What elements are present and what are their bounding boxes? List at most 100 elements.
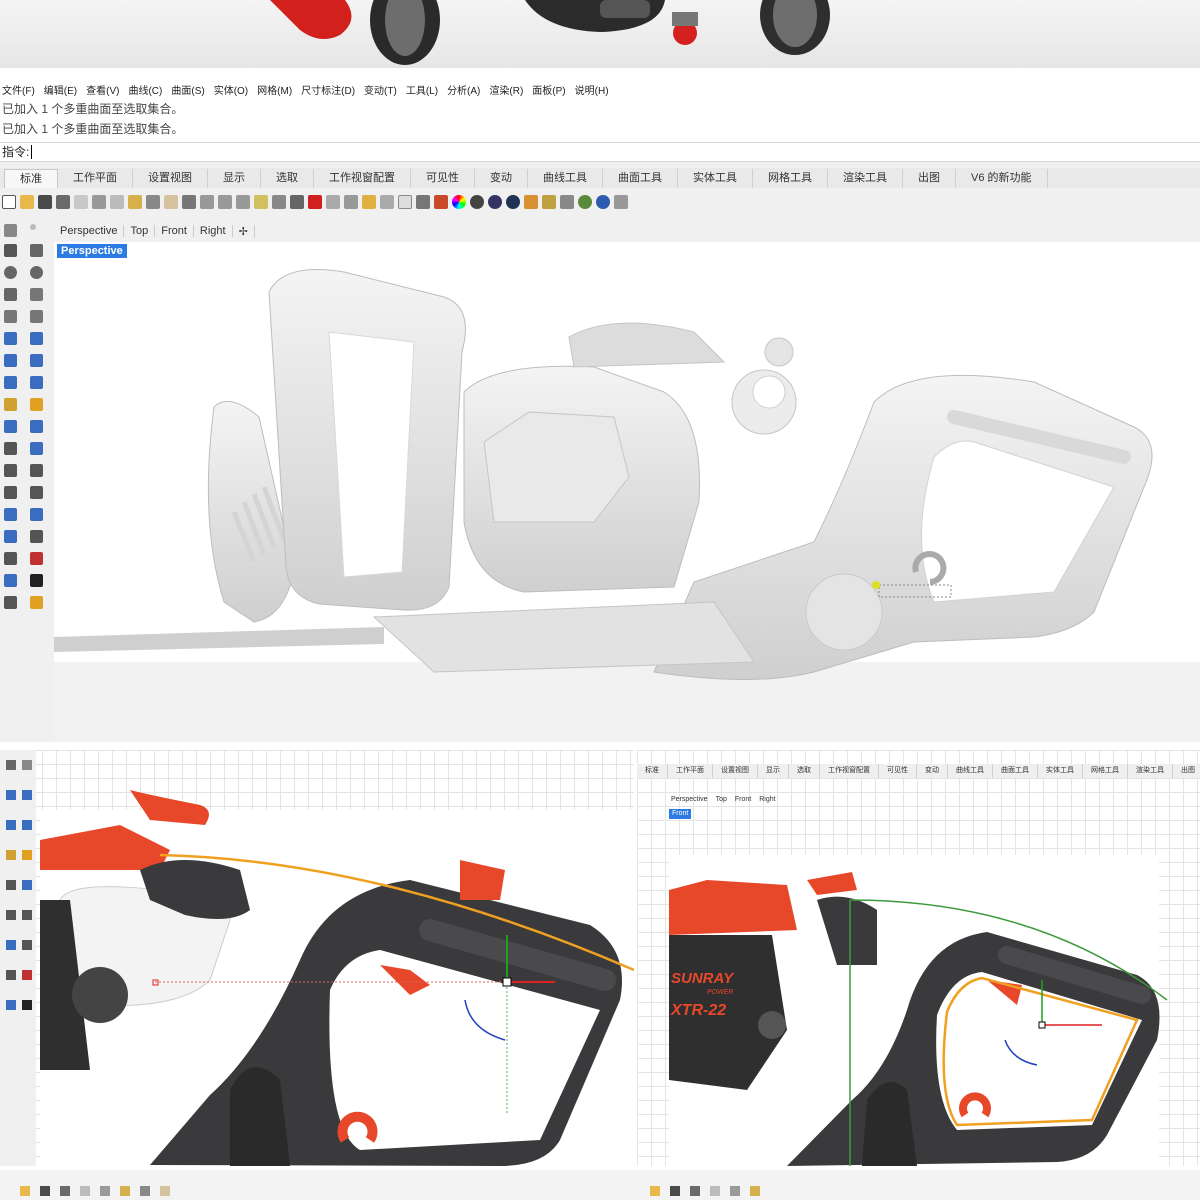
text-icon[interactable] [4,486,17,499]
options-icon[interactable] [524,195,538,209]
polygon-icon[interactable] [4,310,17,323]
array-icon[interactable] [4,508,17,521]
tab-cplanes[interactable]: 工作平面 [58,169,133,188]
paste-icon[interactable] [128,195,142,209]
tab-select[interactable]: 选取 [261,169,314,188]
save-icon[interactable] [38,195,52,209]
gear-icon[interactable] [542,195,556,209]
dimension-icon[interactable] [30,530,43,543]
zoom-icon[interactable] [200,195,214,209]
tab-surface-tools[interactable]: 曲面工具 [603,169,678,188]
menu-panels[interactable]: 面板(P) [532,82,565,97]
layer-icon[interactable] [434,195,448,209]
tab-visibility[interactable]: 可见性 [411,169,475,188]
fillet-curve-icon[interactable] [30,310,43,323]
rectangle-icon[interactable] [30,288,43,301]
offset-icon[interactable] [30,442,43,455]
tab-curve-tools[interactable]: 曲线工具 [528,169,603,188]
menu-transform[interactable]: 变动(T) [364,82,397,97]
render-preview-icon[interactable] [506,195,520,209]
menu-solid[interactable]: 实体(O) [214,82,248,97]
print-icon[interactable] [56,195,70,209]
viewport-tab-front[interactable]: Front [155,225,194,237]
scale-icon[interactable] [30,486,43,499]
select-curves-icon[interactable] [362,195,376,209]
tab-display[interactable]: 显示 [208,169,261,188]
check-icon[interactable] [30,552,43,565]
properties-icon[interactable] [74,195,88,209]
checkmark-icon[interactable] [30,574,43,587]
car-icon[interactable] [308,195,322,209]
viewport-title[interactable]: Perspective [57,244,127,258]
cut-icon[interactable] [92,195,106,209]
boolean-icon[interactable] [4,398,17,411]
four-viewports-icon[interactable] [290,195,304,209]
menu-help[interactable]: 说明(H) [575,82,609,97]
color-wheel-icon[interactable] [452,195,466,209]
zoom-selected-icon[interactable] [254,195,268,209]
copy-icon[interactable] [110,195,124,209]
tab-standard[interactable]: 标准 [4,169,58,188]
light-bulb-icon[interactable] [398,195,412,209]
menu-curve[interactable]: 曲线(C) [128,82,162,97]
tab-solid-tools[interactable]: 实体工具 [678,169,753,188]
viewport-tab-top[interactable]: Top [124,225,156,237]
polyline-icon[interactable] [4,244,17,257]
hide-icon[interactable] [4,596,17,609]
open-folder-icon[interactable] [20,195,34,209]
sphere-icon[interactable] [30,354,43,367]
paint-icon[interactable] [30,596,43,609]
new-file-icon[interactable] [2,195,16,209]
fillet-icon[interactable] [4,442,17,455]
menu-file[interactable]: 文件(F) [2,82,35,97]
set-view-icon[interactable] [344,195,358,209]
menu-surface[interactable]: 曲面(S) [171,82,204,97]
lock-icon[interactable] [416,195,430,209]
menu-render[interactable]: 渲染(R) [489,82,523,97]
add-viewport-tab-icon[interactable]: ✢ [233,224,255,238]
tab-viewport-layout[interactable]: 工作视窗配置 [314,169,411,188]
curve-icon[interactable] [30,244,43,257]
chevron-down-icon[interactable] [614,195,628,209]
viewport-tab-perspective[interactable]: Perspective [54,225,125,237]
pan-hand-icon[interactable] [164,195,178,209]
extrude-icon[interactable] [30,332,43,345]
explode-icon[interactable] [30,398,43,411]
circle-icon[interactable] [4,266,17,279]
undo-view-icon[interactable] [272,195,286,209]
lasso-icon[interactable] [380,195,394,209]
ellipse-icon[interactable] [30,266,43,279]
tab-render-tools[interactable]: 渲染工具 [828,169,903,188]
move-icon[interactable] [30,464,43,477]
menu-tools[interactable]: 工具(L) [406,82,438,97]
join-icon[interactable] [4,420,17,433]
globe-icon[interactable] [578,195,592,209]
perspective-viewport[interactable]: Perspective [54,242,1200,742]
mesh-icon[interactable] [4,376,17,389]
rotate-icon[interactable] [4,464,17,477]
zoom-extents-icon[interactable] [236,195,250,209]
help-icon[interactable] [596,195,610,209]
grasshopper-icon[interactable] [560,195,574,209]
surface-corner-icon[interactable] [4,332,17,345]
tab-drafting[interactable]: 出图 [903,169,956,188]
rotate-view-icon[interactable] [182,195,196,209]
menu-view[interactable]: 查看(V) [86,82,119,97]
patch-icon[interactable] [30,376,43,389]
command-input[interactable]: 指令: [0,142,1200,162]
point-icon[interactable] [30,224,36,230]
trim-icon[interactable] [30,420,43,433]
tab-set-view[interactable]: 设置视图 [133,169,208,188]
render-icon[interactable] [488,195,502,209]
cplane-icon[interactable] [326,195,340,209]
mirror-icon[interactable] [30,508,43,521]
zoom-window-icon[interactable] [218,195,232,209]
analysis-icon[interactable] [4,530,17,543]
select-arrow-icon[interactable] [4,224,17,237]
grid-icon[interactable] [4,552,17,565]
arc-icon[interactable] [4,288,17,301]
block-icon[interactable] [4,574,17,587]
tab-mesh-tools[interactable]: 网格工具 [753,169,828,188]
viewport-tab-right[interactable]: Right [194,225,233,237]
menu-analyze[interactable]: 分析(A) [447,82,480,97]
